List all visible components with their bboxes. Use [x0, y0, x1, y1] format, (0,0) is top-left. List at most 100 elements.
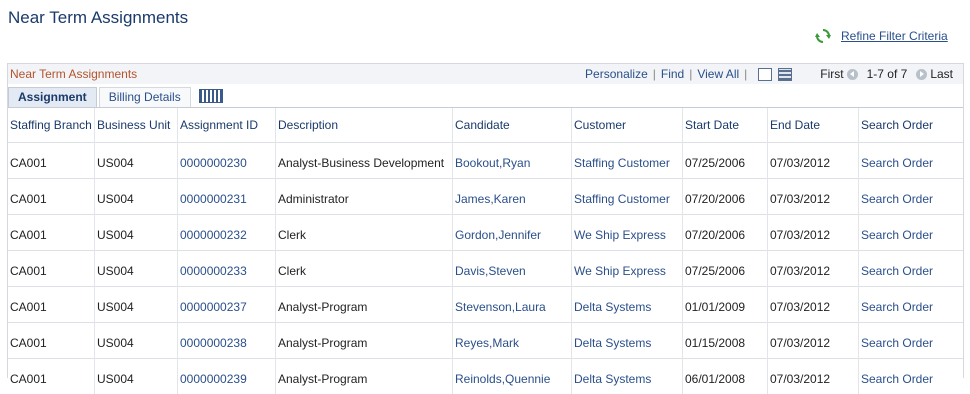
previous-icon[interactable]: [847, 69, 858, 80]
end-date-cell: 07/03/2012: [768, 143, 859, 179]
staffing-branch-cell: CA001: [8, 287, 95, 323]
nav-separator: |: [744, 67, 747, 81]
search-order-link[interactable]: Search Order: [859, 287, 964, 323]
assignment-id-link[interactable]: 0000000230: [178, 143, 276, 179]
grid-navigation: Personalize | Find | View All | First 1-…: [585, 67, 953, 81]
column-header-description[interactable]: Description: [276, 108, 453, 143]
assignment-id-link[interactable]: 0000000233: [178, 251, 276, 287]
customer-link[interactable]: Staffing Customer: [572, 179, 683, 215]
assignment-id-link[interactable]: 0000000231: [178, 179, 276, 215]
column-header-end-date[interactable]: End Date: [768, 108, 859, 143]
description-cell: Clerk: [276, 251, 453, 287]
business-unit-cell: US004: [95, 287, 178, 323]
description-cell: Analyst-Program: [276, 359, 453, 394]
start-date-cell: 01/15/2008: [683, 323, 768, 359]
tab-billing-details[interactable]: Billing Details: [99, 87, 191, 107]
candidate-link[interactable]: James,Karen: [453, 179, 572, 215]
search-order-link[interactable]: Search Order: [859, 323, 964, 359]
customer-link[interactable]: Staffing Customer: [572, 143, 683, 179]
view-all-link[interactable]: View All: [697, 67, 739, 81]
candidate-link[interactable]: Davis,Steven: [453, 251, 572, 287]
assignment-id-link[interactable]: 0000000232: [178, 215, 276, 251]
end-date-cell: 07/03/2012: [768, 251, 859, 287]
customer-link[interactable]: We Ship Express: [572, 251, 683, 287]
table-row: CA001 US004 0000000237 Analyst-Program S…: [8, 287, 963, 323]
search-order-link[interactable]: Search Order: [859, 179, 964, 215]
table-row: CA001 US004 0000000238 Analyst-Program R…: [8, 323, 963, 359]
nav-separator: |: [653, 67, 656, 81]
page-title: Near Term Assignments: [8, 8, 188, 28]
end-date-cell: 07/03/2012: [768, 179, 859, 215]
end-date-cell: 07/03/2012: [768, 215, 859, 251]
customer-link[interactable]: We Ship Express: [572, 215, 683, 251]
staffing-branch-cell: CA001: [8, 143, 95, 179]
column-header-start-date[interactable]: Start Date: [683, 108, 768, 143]
staffing-branch-cell: CA001: [8, 179, 95, 215]
candidate-link[interactable]: Stevenson,Laura: [453, 287, 572, 323]
table-row: CA001 US004 0000000233 Clerk Davis,Steve…: [8, 251, 963, 287]
refine-filter-link[interactable]: Refine Filter Criteria: [841, 29, 948, 43]
nav-separator: |: [689, 67, 692, 81]
column-header-candidate[interactable]: Candidate: [453, 108, 572, 143]
column-header-customer[interactable]: Customer: [572, 108, 683, 143]
business-unit-cell: US004: [95, 143, 178, 179]
business-unit-cell: US004: [95, 179, 178, 215]
search-order-link[interactable]: Search Order: [859, 143, 964, 179]
grid-header: Near Term Assignments Personalize | Find…: [8, 64, 963, 84]
customer-link[interactable]: Delta Systems: [572, 287, 683, 323]
description-cell: Administrator: [276, 179, 453, 215]
business-unit-cell: US004: [95, 323, 178, 359]
description-cell: Analyst-Program: [276, 323, 453, 359]
grid-title: Near Term Assignments: [10, 67, 137, 81]
start-date-cell: 01/01/2009: [683, 287, 768, 323]
table-row: CA001 US004 0000000230 Analyst-Business …: [8, 143, 963, 179]
show-all-columns-icon[interactable]: [199, 89, 223, 103]
candidate-link[interactable]: Reyes,Mark: [453, 323, 572, 359]
business-unit-cell: US004: [95, 251, 178, 287]
column-header-search-order[interactable]: Search Order: [859, 108, 964, 143]
column-header-assignment-id[interactable]: Assignment ID: [178, 108, 276, 143]
last-link[interactable]: Last: [930, 67, 953, 81]
business-unit-cell: US004: [95, 359, 178, 394]
assignments-table: Staffing Branch Business Unit Assignment…: [8, 108, 963, 394]
personalize-link[interactable]: Personalize: [585, 67, 648, 81]
business-unit-cell: US004: [95, 215, 178, 251]
start-date-cell: 07/20/2006: [683, 215, 768, 251]
staffing-branch-cell: CA001: [8, 215, 95, 251]
customer-link[interactable]: Delta Systems: [572, 359, 683, 394]
description-cell: Clerk: [276, 215, 453, 251]
staffing-branch-cell: CA001: [8, 251, 95, 287]
candidate-link[interactable]: Gordon,Jennifer: [453, 215, 572, 251]
grid-tabs: Assignment Billing Details: [8, 84, 963, 108]
column-header-staffing-branch[interactable]: Staffing Branch: [8, 108, 95, 143]
download-icon[interactable]: [778, 68, 792, 81]
assignment-id-link[interactable]: 0000000239: [178, 359, 276, 394]
table-header-row: Staffing Branch Business Unit Assignment…: [8, 108, 963, 143]
column-header-business-unit[interactable]: Business Unit: [95, 108, 178, 143]
row-range: 1-7 of 7: [867, 67, 908, 81]
customer-link[interactable]: Delta Systems: [572, 323, 683, 359]
start-date-cell: 06/01/2008: [683, 359, 768, 394]
refine-filter[interactable]: Refine Filter Criteria: [815, 28, 948, 44]
first-link[interactable]: First: [820, 67, 843, 81]
description-cell: Analyst-Business Development: [276, 143, 453, 179]
find-link[interactable]: Find: [661, 67, 684, 81]
assignment-id-link[interactable]: 0000000237: [178, 287, 276, 323]
end-date-cell: 07/03/2012: [768, 359, 859, 394]
search-order-link[interactable]: Search Order: [859, 215, 964, 251]
tab-assignment[interactable]: Assignment: [8, 87, 97, 107]
start-date-cell: 07/20/2006: [683, 179, 768, 215]
search-order-link[interactable]: Search Order: [859, 359, 964, 394]
candidate-link[interactable]: Reinolds,Quennie: [453, 359, 572, 394]
zoom-icon[interactable]: [758, 68, 772, 81]
table-row: CA001 US004 0000000232 Clerk Gordon,Jenn…: [8, 215, 963, 251]
assignment-id-link[interactable]: 0000000238: [178, 323, 276, 359]
next-icon[interactable]: [916, 69, 927, 80]
refresh-icon[interactable]: [815, 28, 831, 44]
staffing-branch-cell: CA001: [8, 323, 95, 359]
table-row: CA001 US004 0000000231 Administrator Jam…: [8, 179, 963, 215]
search-order-link[interactable]: Search Order: [859, 251, 964, 287]
start-date-cell: 07/25/2006: [683, 143, 768, 179]
candidate-link[interactable]: Bookout,Ryan: [453, 143, 572, 179]
start-date-cell: 07/25/2006: [683, 251, 768, 287]
